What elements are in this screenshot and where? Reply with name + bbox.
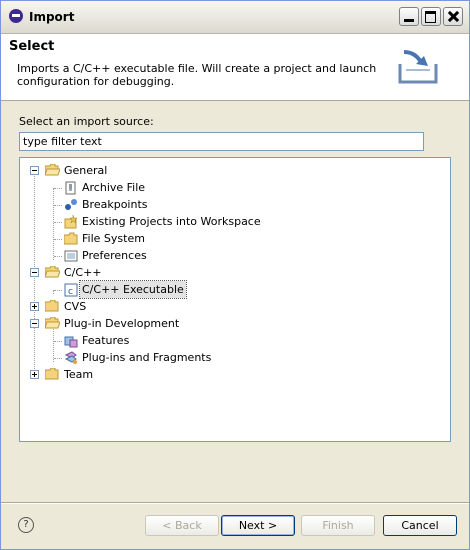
tree-node-label: Existing Projects into Workspace [82, 215, 261, 228]
tree-node-general[interactable]: General [20, 162, 448, 179]
expand-icon[interactable] [30, 370, 39, 379]
plugin-icon [64, 351, 77, 364]
page-description: Imports a C/C++ executable file. Will cr… [17, 62, 377, 88]
tree-node-label: Plug-ins and Fragments [82, 351, 212, 364]
tree-node-existing-projects[interactable]: Existing Projects into Workspace [20, 213, 448, 230]
folder-open-icon [45, 164, 60, 176]
folder-icon [45, 300, 59, 312]
collapse-icon[interactable] [30, 268, 39, 277]
import-banner-icon [398, 50, 438, 84]
title-bar[interactable]: Import [1, 1, 469, 34]
tree-node-archive-file[interactable]: Archive File [20, 179, 448, 196]
next-button[interactable]: Next > [221, 515, 295, 536]
collapse-icon[interactable] [30, 166, 39, 175]
tree-node-label: Plug-in Development [64, 317, 180, 330]
tree-node-label: CVS [64, 300, 87, 313]
page-title: Select [9, 39, 55, 54]
expand-icon[interactable] [30, 302, 39, 311]
tree-node-cvs[interactable]: CVS [20, 298, 448, 315]
minimize-button[interactable] [399, 7, 419, 26]
footer-separator [1, 502, 469, 504]
import-dialog: Import Select Imports a C/C++ executable… [0, 0, 470, 550]
import-source-label: Select an import source: [19, 115, 154, 128]
svg-text:c: c [68, 287, 73, 297]
window-title: Import [29, 10, 75, 24]
tree-node-file-system[interactable]: File System [20, 230, 448, 247]
tree-node-breakpoints[interactable]: Breakpoints [20, 196, 448, 213]
back-button[interactable]: < Back [145, 515, 219, 536]
finish-button[interactable]: Finish [301, 515, 375, 536]
import-source-tree[interactable]: General Archive File Breakpoints Existin… [19, 157, 451, 442]
folder-icon [45, 368, 59, 380]
archive-file-icon [65, 181, 76, 195]
tree-node-cpp-executable[interactable]: c C/C++ Executable [20, 280, 448, 299]
maximize-button[interactable] [421, 7, 441, 26]
tree-node-label: Features [82, 334, 130, 347]
breakpoints-icon [65, 199, 77, 210]
tree-node-label: Breakpoints [82, 198, 148, 211]
project-icon [64, 215, 78, 229]
cpp-file-icon: c [64, 283, 78, 297]
tree-node-features[interactable]: Features [20, 332, 448, 349]
tree-node-plugins-fragments[interactable]: Plug-ins and Fragments [20, 349, 448, 366]
tree-node-preferences[interactable]: Preferences [20, 247, 448, 264]
cancel-button[interactable]: Cancel [383, 515, 457, 536]
tree-node-label: C/C++ Executable [79, 280, 187, 299]
tree-node-label: File System [82, 232, 145, 245]
folder-open-icon [45, 266, 60, 278]
folder-open-icon [45, 317, 60, 329]
eclipse-icon [9, 9, 23, 23]
close-button[interactable] [443, 7, 463, 26]
help-icon[interactable]: ? [18, 517, 34, 533]
filter-input[interactable] [19, 132, 424, 151]
features-icon [64, 336, 78, 348]
tree-node-plugin-development[interactable]: Plug-in Development [20, 315, 448, 332]
tree-node-team[interactable]: Team [20, 366, 448, 383]
tree-node-cpp[interactable]: C/C++ [20, 264, 448, 281]
tree-node-label: C/C++ [64, 266, 102, 279]
wizard-header: Select Imports a C/C++ executable file. … [1, 34, 469, 101]
tree-node-label: Team [64, 368, 94, 381]
tree-node-label: Archive File [82, 181, 146, 194]
tree-node-label: Preferences [82, 249, 147, 262]
folder-icon [64, 232, 78, 245]
collapse-icon[interactable] [30, 319, 39, 328]
tree-node-label: General [64, 164, 108, 177]
preferences-icon [64, 250, 78, 262]
